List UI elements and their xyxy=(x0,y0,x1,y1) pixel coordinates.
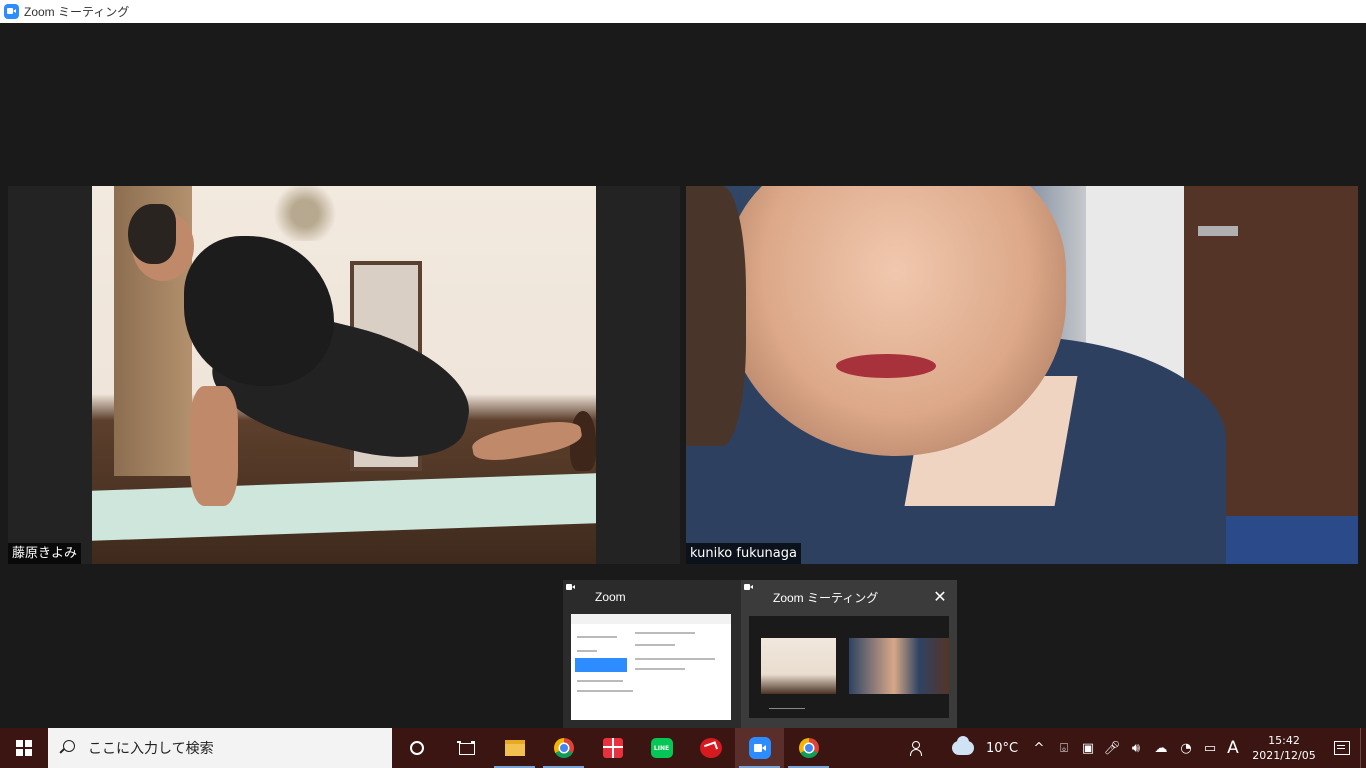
task-view-button[interactable] xyxy=(441,728,490,768)
search-icon xyxy=(60,740,76,756)
battery-icon: ▭ xyxy=(1203,740,1217,756)
preview-thumbnail xyxy=(749,616,949,718)
microphone-icon: 🎤︎ xyxy=(1103,740,1121,756)
trend-micro-icon xyxy=(699,738,722,758)
tray-webcam-button[interactable]: ⌻ xyxy=(1052,728,1076,768)
wifi-icon: ◔ xyxy=(1180,740,1192,756)
close-icon[interactable]: ✕ xyxy=(931,588,949,606)
cortana-icon xyxy=(409,741,424,755)
taskbar-app-chrome-2[interactable] xyxy=(784,728,833,768)
preview-card-zoom[interactable]: Zoom xyxy=(563,580,741,728)
taskbar-app-trend-micro[interactable] xyxy=(686,728,735,768)
taskbar-app-chrome[interactable] xyxy=(539,728,588,768)
action-center-button[interactable] xyxy=(1324,728,1360,768)
speaker-icon: 🔊︎ xyxy=(1131,740,1141,756)
participant-video-tile[interactable]: kuniko fukunaga xyxy=(686,186,1358,564)
windows-taskbar: ここに入力して検索 LINE 10°C ^ ⌻ ▣ 🎤︎ 🔊︎ ☁ ◔ ▭ A … xyxy=(0,728,1366,768)
notification-icon xyxy=(1334,741,1350,755)
line-icon: LINE xyxy=(650,738,673,758)
people-button[interactable] xyxy=(898,728,938,768)
chevron-up-icon: ^ xyxy=(1033,740,1045,756)
tray-onedrive-button[interactable]: ☁ xyxy=(1148,728,1174,768)
people-icon xyxy=(910,741,926,756)
window-title-bar[interactable]: Zoom ミーティング xyxy=(0,0,1366,23)
weather-widget[interactable] xyxy=(948,728,978,768)
taskbar-app-zoom[interactable] xyxy=(735,728,784,768)
taskbar-clock[interactable]: 15:42 2021/12/05 xyxy=(1244,728,1324,768)
tray-microphone-button[interactable]: 🎤︎ xyxy=(1100,728,1124,768)
participant-name-label: 藤原きよみ xyxy=(8,543,82,564)
clock-time: 15:42 xyxy=(1268,734,1300,747)
taskbar-search-box[interactable]: ここに入力して検索 xyxy=(48,728,392,768)
task-view-icon xyxy=(456,741,475,755)
tray-display-button[interactable]: ▣ xyxy=(1076,728,1100,768)
tray-volume-button[interactable]: 🔊︎ xyxy=(1124,728,1148,768)
participant-video-feed xyxy=(686,186,1358,564)
taskbar-app-gift[interactable] xyxy=(588,728,637,768)
webcam-icon: ⌻ xyxy=(1060,740,1068,756)
cortana-button[interactable] xyxy=(392,728,441,768)
search-placeholder: ここに入力して検索 xyxy=(88,741,214,757)
folder-icon xyxy=(504,740,525,756)
chrome-icon xyxy=(553,738,574,758)
taskbar-app-line[interactable]: LINE xyxy=(637,728,686,768)
participant-name-label: kuniko fukunaga xyxy=(686,543,801,564)
chrome-icon xyxy=(798,738,819,758)
preview-thumbnail xyxy=(571,614,731,720)
onedrive-cloud-icon: ☁ xyxy=(1154,740,1168,756)
preview-card-title: Zoom ミーティング xyxy=(773,590,879,605)
participant-video-tile[interactable]: 藤原きよみ xyxy=(8,186,680,564)
gift-icon xyxy=(602,738,623,758)
display-icon: ▣ xyxy=(1081,740,1095,756)
window-title: Zoom ミーティング xyxy=(24,5,130,19)
cloud-icon xyxy=(952,736,974,755)
weather-temperature[interactable]: 10°C xyxy=(978,728,1026,768)
participant-video-feed xyxy=(92,186,596,564)
windows-logo-icon xyxy=(16,740,32,756)
show-desktop-button[interactable] xyxy=(1360,728,1366,768)
zoom-icon xyxy=(749,590,763,604)
system-tray: 10°C ^ ⌻ ▣ 🎤︎ 🔊︎ ☁ ◔ ▭ A 15:42 2021/12/0… xyxy=(898,728,1366,768)
zoom-icon xyxy=(571,590,585,604)
taskbar-thumbnail-preview: Zoom Zoom ミーティング ✕ xyxy=(563,580,957,728)
start-button[interactable] xyxy=(0,728,48,768)
show-hidden-icons-button[interactable]: ^ xyxy=(1026,728,1052,768)
ime-mode-indicator[interactable]: A xyxy=(1222,728,1244,768)
preview-card-zoom-meeting[interactable]: Zoom ミーティング ✕ xyxy=(741,580,957,728)
zoom-app-icon xyxy=(4,4,19,19)
zoom-icon xyxy=(748,737,771,759)
clock-date: 2021/12/05 xyxy=(1252,749,1316,762)
tray-battery-button[interactable]: ▭ xyxy=(1198,728,1222,768)
preview-card-title: Zoom xyxy=(595,590,626,604)
tray-network-button[interactable]: ◔ xyxy=(1174,728,1198,768)
taskbar-app-file-explorer[interactable] xyxy=(490,728,539,768)
